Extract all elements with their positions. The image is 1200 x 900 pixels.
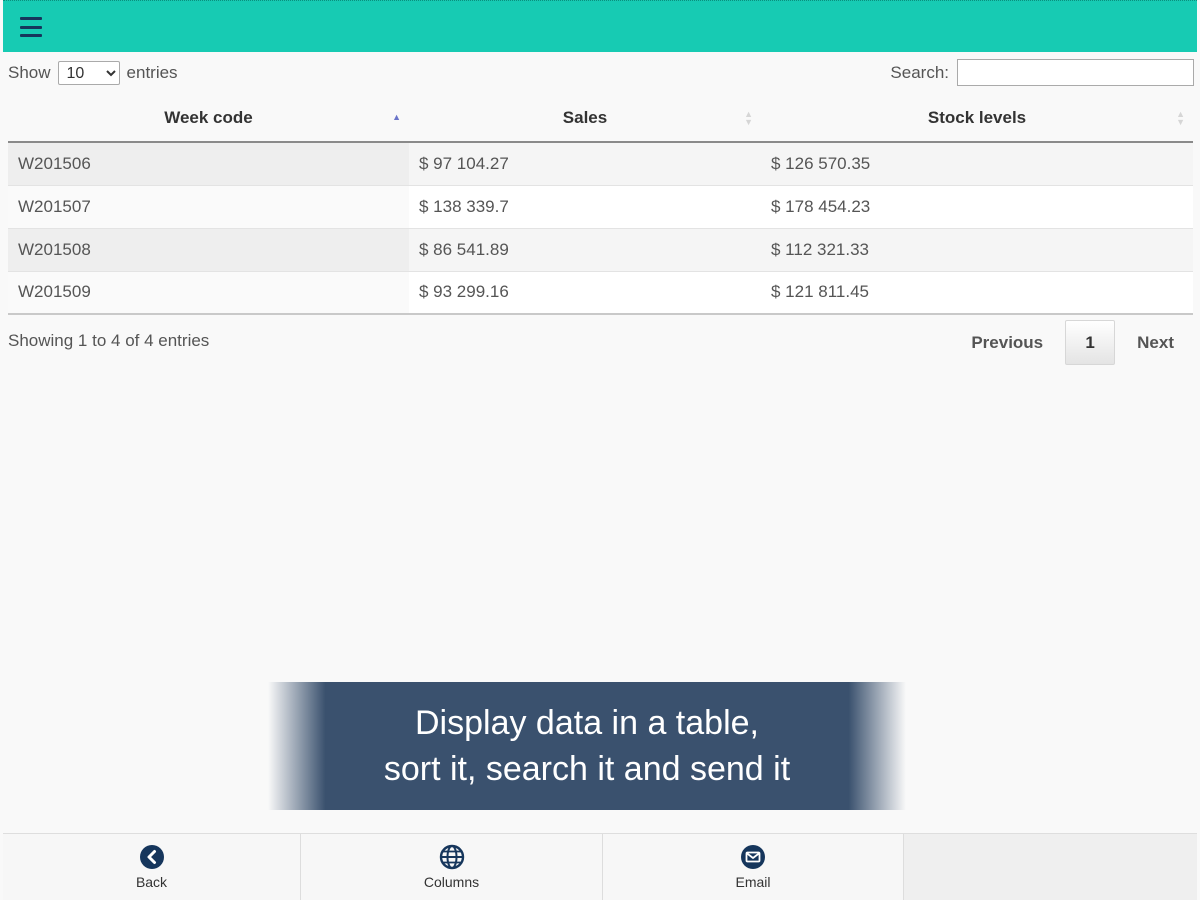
columns-button[interactable]: Columns xyxy=(301,834,603,900)
grid-globe-icon xyxy=(439,844,464,870)
column-header-week-code[interactable]: Week code ▲ xyxy=(8,95,409,143)
sort-both-icon: ▲ ▼ xyxy=(1176,109,1185,127)
pagination: Previous 1 Next xyxy=(951,320,1194,365)
page-length-select[interactable]: 10 xyxy=(57,61,120,85)
table-controls: Show 10 entries Search: xyxy=(8,59,1194,87)
cell-stock-levels: $ 121 811.45 xyxy=(761,271,1193,315)
email-button-label: Email xyxy=(735,874,771,890)
back-arrow-icon xyxy=(139,845,164,869)
search-label: Search: xyxy=(890,62,949,82)
entries-label: entries xyxy=(126,63,178,82)
search-control: Search: xyxy=(890,59,1194,86)
cell-stock-levels: $ 126 570.35 xyxy=(761,142,1193,186)
cell-week-code: W201506 xyxy=(8,142,409,186)
next-page-button[interactable]: Next xyxy=(1117,321,1194,365)
search-input[interactable] xyxy=(957,59,1194,86)
page-length-control: Show 10 entries xyxy=(8,61,178,85)
back-button[interactable]: Back xyxy=(3,834,301,900)
table-row[interactable]: W201508 $ 86 541.89 $ 112 321.33 xyxy=(8,228,1193,272)
cell-sales: $ 138 339.7 xyxy=(409,185,761,229)
show-label: Show xyxy=(8,63,51,82)
hamburger-menu-icon[interactable] xyxy=(20,17,42,37)
table-row[interactable]: W201507 $ 138 339.7 $ 178 454.23 xyxy=(8,185,1193,229)
email-button[interactable]: Email xyxy=(603,834,904,900)
bottom-toolbar: Back Columns Email xyxy=(3,833,1197,900)
promo-caption: Display data in a table, sort it, search… xyxy=(268,682,906,810)
column-header-label: Sales xyxy=(562,108,608,127)
table-row[interactable]: W201509 $ 93 299.16 $ 121 811.45 xyxy=(8,271,1193,315)
cell-sales: $ 93 299.16 xyxy=(409,271,761,315)
column-header-label: Stock levels xyxy=(927,108,1027,127)
previous-page-button[interactable]: Previous xyxy=(951,321,1063,365)
cell-week-code: W201507 xyxy=(8,185,409,229)
caption-line-1: Display data in a table, xyxy=(415,704,759,742)
page-1-button[interactable]: 1 xyxy=(1065,320,1116,365)
cell-sales: $ 86 541.89 xyxy=(409,228,761,272)
column-header-label: Week code xyxy=(164,108,253,127)
cell-stock-levels: $ 178 454.23 xyxy=(761,185,1193,229)
cell-week-code: W201509 xyxy=(8,271,409,315)
back-button-label: Back xyxy=(135,874,168,890)
envelope-icon xyxy=(741,845,765,869)
cell-stock-levels: $ 112 321.33 xyxy=(761,228,1193,272)
data-table: Week code ▲ Sales ▲ ▼ Stock levels ▲ ▼ W20… xyxy=(8,95,1193,315)
sort-ascending-icon: ▲ xyxy=(392,112,401,122)
table-header-row: Week code ▲ Sales ▲ ▼ Stock levels ▲ ▼ xyxy=(8,95,1193,143)
column-header-stock-levels[interactable]: Stock levels ▲ ▼ xyxy=(761,95,1193,143)
table-row[interactable]: W201506 $ 97 104.27 $ 126 570.35 xyxy=(8,142,1193,186)
top-app-bar xyxy=(3,0,1197,52)
sort-both-icon: ▲ ▼ xyxy=(744,109,753,127)
toolbar-spacer xyxy=(904,834,1197,900)
cell-sales: $ 97 104.27 xyxy=(409,142,761,186)
columns-button-label: Columns xyxy=(423,874,480,890)
table-info: Showing 1 to 4 of 4 entries xyxy=(8,331,210,350)
cell-week-code: W201508 xyxy=(8,228,409,272)
caption-line-2: sort it, search it and send it xyxy=(383,750,791,788)
column-header-sales[interactable]: Sales ▲ ▼ xyxy=(409,95,761,143)
